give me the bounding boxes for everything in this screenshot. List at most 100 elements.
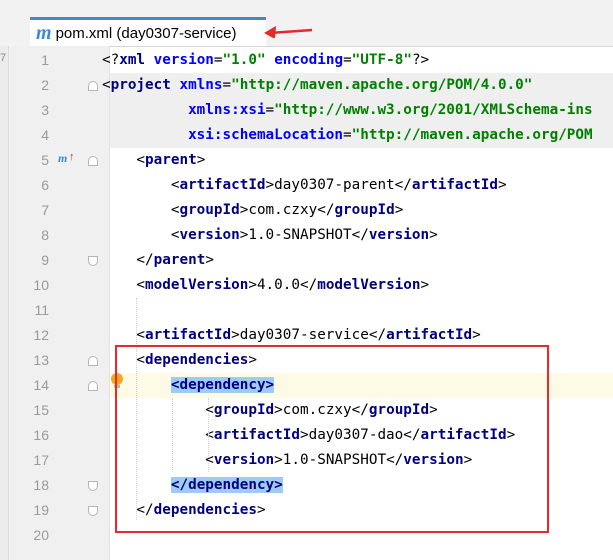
code-token-txt: com.czxy [248,202,318,218]
line-number: 14 [33,377,49,393]
line-number: 5 [41,152,49,168]
code-token-txt: day0307-parent [274,177,395,193]
fold-marker-icon[interactable] [88,81,98,91]
code-token-br: > [497,177,507,193]
code-token-br: = [222,77,232,93]
code-token-tag: artifactId [179,177,266,193]
code-token-val: "UTF-8" [351,52,412,68]
code-token-txt: 1.0-SNAPSHOT [248,227,352,243]
code-text: xmlns:xsi="http://www.w3.org/2001/XMLSch… [102,98,593,123]
code-token-br: > [394,202,404,218]
code-token-attr: xsi:schemaLocation [188,127,344,143]
line-number: 10 [33,277,49,293]
code-token-val: "http://maven.apache.org/POM [351,127,593,143]
line-number: 15 [33,402,49,418]
code-token-br [266,52,275,68]
code-token-attr: version [153,52,214,68]
code-text: <?xml version="1.0" encoding="UTF-8"?> [102,48,429,73]
code-token-tag: artifactId [386,327,473,343]
code-line[interactable]: 8 <version>1.0-SNAPSHOT</version> [0,223,613,248]
code-token-br: </ [300,277,318,293]
code-token-br: > [265,177,275,193]
code-text: <modelVersion>4.0.0</modelVersion> [102,273,429,298]
code-line[interactable]: 5 <parent> [0,148,613,173]
line-number: 11 [34,302,49,318]
code-token-br: < [102,277,146,293]
code-line[interactable]: 4 xsi:schemaLocation="http://maven.apach… [0,123,613,148]
code-token-br [102,127,188,143]
line-number: 17 [33,452,49,468]
code-token-br: </ [394,177,412,193]
code-line[interactable]: 9 </parent> [0,248,613,273]
code-token-br: = [213,52,223,68]
tab-title: pom.xml (day0307-service) [55,24,237,42]
fold-marker-icon[interactable] [88,156,98,166]
code-token-attr: xmlns:xsi [188,102,266,118]
code-token-br: > [205,252,214,268]
line-number: 2 [41,77,49,93]
code-token-tag: artifactId [145,327,232,343]
code-token-br: </ [102,252,154,268]
red-highlight-annotation-box [115,345,549,533]
code-token-br: > [196,152,206,168]
line-number: 12 [33,327,49,343]
line-number: 4 [41,127,49,143]
code-token-br: </ [351,227,369,243]
maven-override-icon[interactable]: m [58,151,67,166]
code-token-br: < [102,77,111,93]
code-token-br: > [472,327,481,343]
red-arrow-annotation-icon [264,26,313,38]
fold-marker-icon[interactable] [88,506,98,516]
line-number: 1 [41,52,49,68]
line-number: 9 [41,252,49,268]
code-token-br: > [248,277,257,293]
code-token-attr: xmlns [179,77,223,93]
code-token-br: > [231,327,240,343]
code-token-br: > [420,277,430,293]
line-number: 8 [41,227,49,243]
code-token-br: < [102,152,146,168]
code-token-tag: project [110,77,180,93]
fold-marker-icon[interactable] [88,256,98,266]
code-token-val: "http://maven.apache.org/POM/4.0.0" [231,77,533,93]
code-text: <project xmlns="http://maven.apache.org/… [102,73,532,98]
code-token-br: = [343,52,352,68]
code-text: <parent> [102,148,205,173]
fold-marker-icon[interactable] [88,356,98,366]
code-line[interactable]: 1 <?xml version="1.0" encoding="UTF-8"?> [0,48,613,73]
code-token-txt: 4.0.0 [256,277,300,293]
code-token-br: = [343,127,352,143]
code-token-val: "1.0" [222,52,266,68]
fold-marker-icon[interactable] [88,481,98,491]
code-text: <artifactId>day0307-parent</artifactId> [102,173,507,198]
code-token-br [102,102,188,118]
code-token-tag: version [179,227,240,243]
code-token-tag: modelVersion [145,277,249,293]
line-number: 20 [33,527,49,543]
code-token-attr: encoding [274,52,344,68]
code-token-tag: xml [119,52,154,68]
line-number: 18 [33,477,49,493]
code-token-txt: day0307-service [239,327,369,343]
code-line[interactable]: 6 <artifactId>day0307-parent</artifactId… [0,173,613,198]
tab-pom-xml[interactable]: m pom.xml (day0307-service) [30,17,266,46]
line-number: 6 [41,177,49,193]
code-token-br: </ [368,327,387,343]
line-number: 16 [33,427,49,443]
code-token-tag: parent [145,152,197,168]
code-text: <version>1.0-SNAPSHOT</version> [102,223,438,248]
line-number: 3 [41,102,49,118]
fold-marker-icon[interactable] [88,381,98,391]
code-line[interactable]: 7 <groupId>com.czxy</groupId> [0,198,613,223]
code-token-val: "http://www.w3.org/2001/XMLSchema-ins [274,102,593,118]
code-text: </parent> [102,248,214,273]
code-line[interactable]: 2 <project xmlns="http://maven.apache.org… [0,73,613,98]
code-token-br: ?> [411,52,430,68]
editor-tab-bar: m pom.xml (day0307-service) [0,0,613,47]
code-token-br: < [102,327,146,343]
code-token-tag: artifactId [411,177,498,193]
code-line[interactable]: 3 xmlns:xsi="http://www.w3.org/2001/XMLS… [0,98,613,123]
code-line[interactable]: 11 [0,298,613,323]
code-line[interactable]: 10 <modelVersion>4.0.0</modelVersion> [0,273,613,298]
code-token-br: <? [102,52,120,68]
